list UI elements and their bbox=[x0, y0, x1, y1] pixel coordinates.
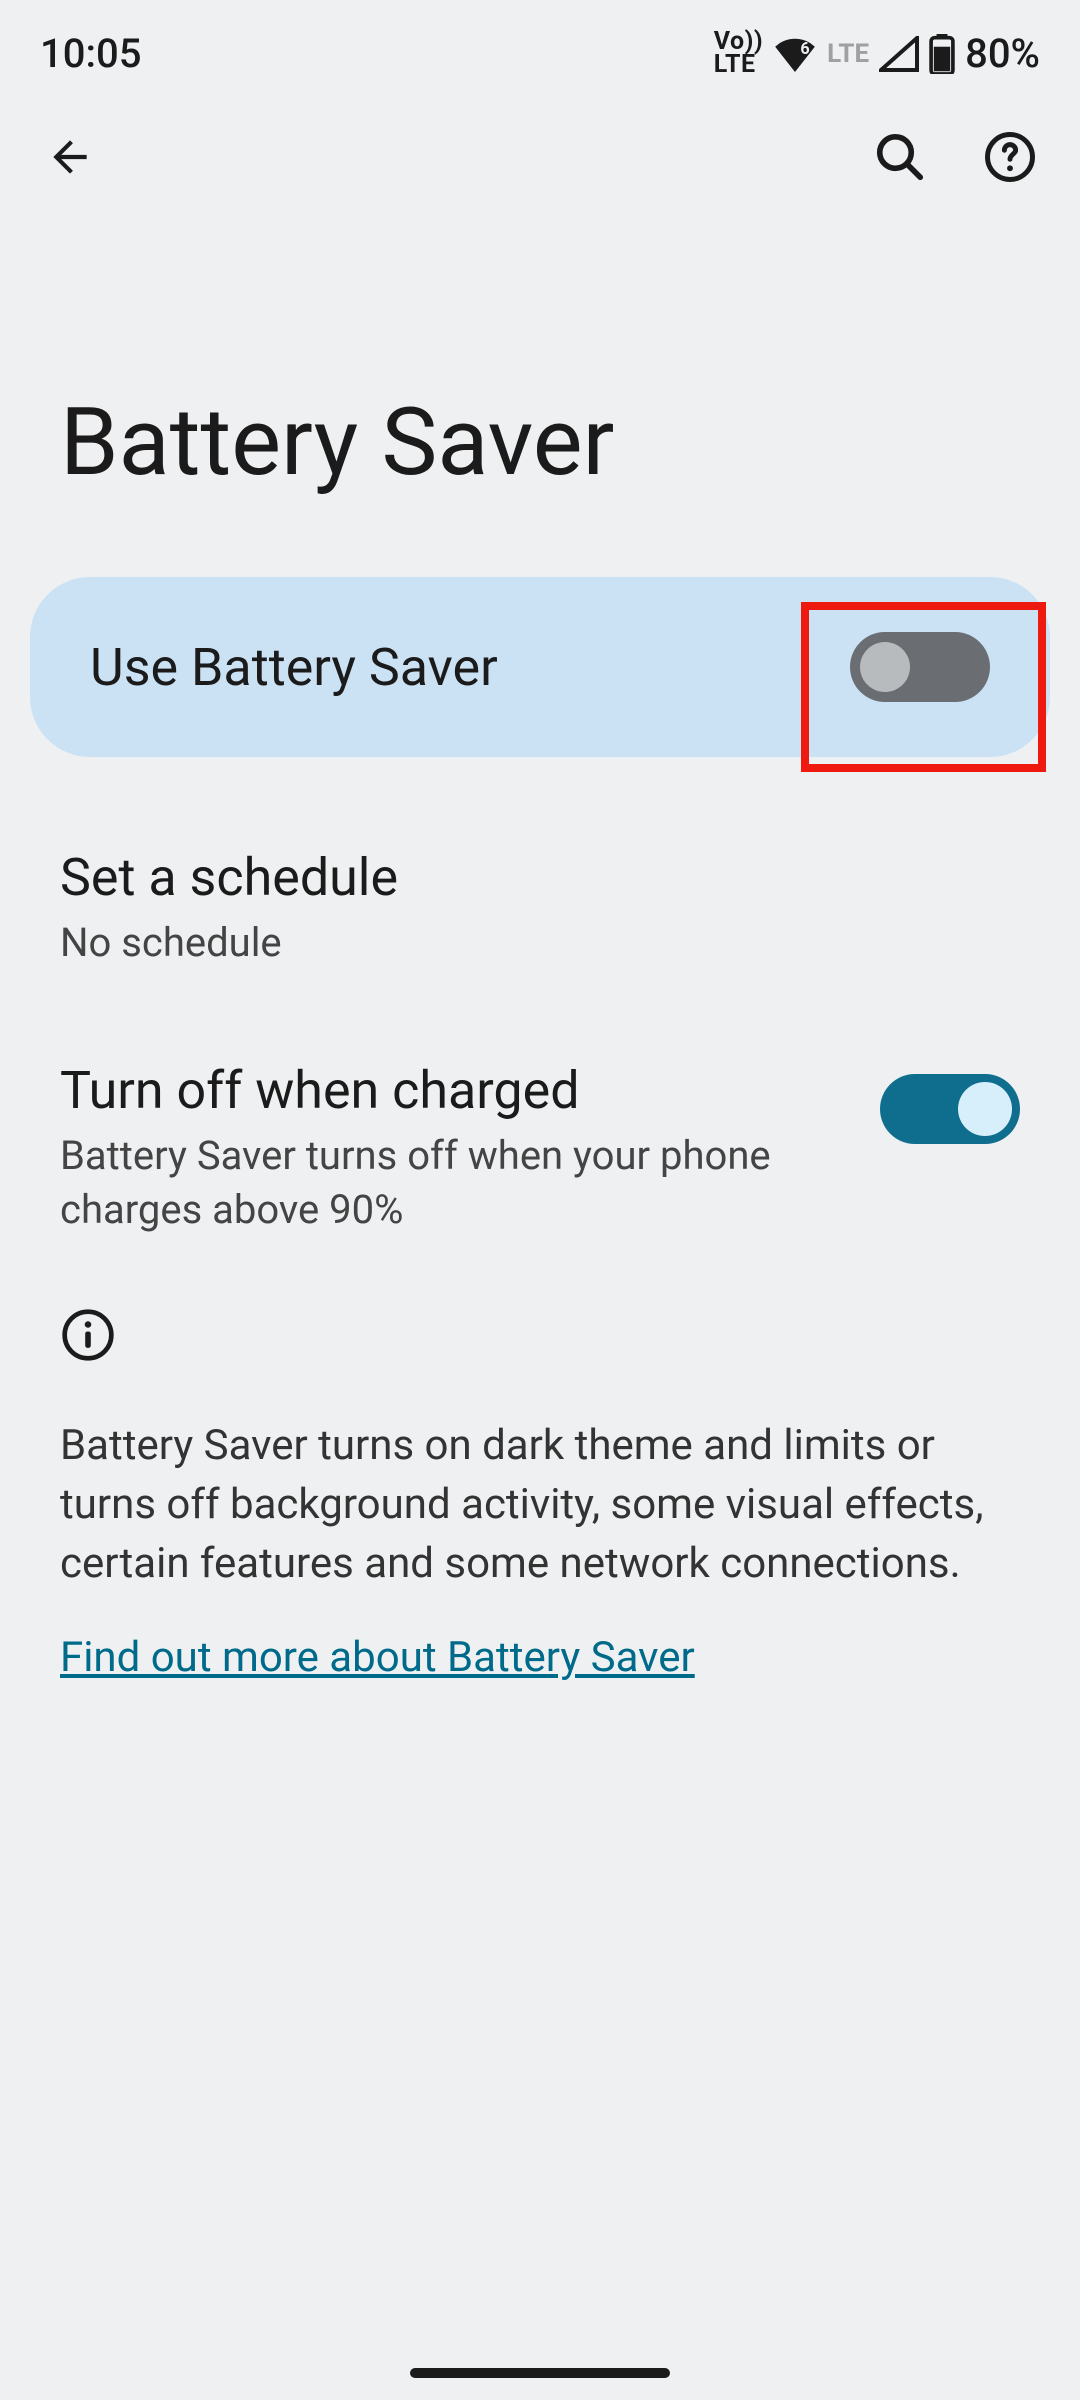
info-icon bbox=[60, 1307, 116, 1363]
use-battery-saver-label: Use Battery Saver bbox=[90, 637, 498, 698]
svg-text:6: 6 bbox=[801, 39, 810, 58]
wifi-icon: 6 bbox=[773, 36, 817, 72]
turn-off-charged-toggle[interactable] bbox=[880, 1074, 1020, 1144]
help-button[interactable] bbox=[980, 127, 1040, 187]
back-button[interactable] bbox=[40, 127, 100, 187]
learn-more-link[interactable]: Find out more about Battery Saver bbox=[60, 1633, 695, 1682]
signal-icon bbox=[879, 36, 919, 72]
navigation-pill[interactable] bbox=[410, 2368, 670, 2378]
toggle-thumb bbox=[860, 642, 910, 692]
app-bar bbox=[0, 87, 1080, 207]
volte-icon: Vo))LTE bbox=[714, 31, 763, 76]
search-button[interactable] bbox=[870, 127, 930, 187]
turn-off-charged-subtitle: Battery Saver turns off when your phone … bbox=[60, 1129, 850, 1237]
turn-off-when-charged-row[interactable]: Turn off when charged Battery Saver turn… bbox=[0, 1010, 1080, 1277]
turn-off-charged-title: Turn off when charged bbox=[60, 1060, 850, 1121]
lte-label: LTE bbox=[827, 39, 869, 69]
battery-percent: 80% bbox=[965, 30, 1040, 77]
status-icons: Vo))LTE 6 LTE 80% bbox=[714, 30, 1040, 77]
set-schedule-title: Set a schedule bbox=[60, 847, 1020, 908]
search-icon bbox=[873, 130, 927, 184]
help-icon bbox=[983, 130, 1037, 184]
use-battery-saver-row[interactable]: Use Battery Saver bbox=[30, 577, 1050, 757]
set-schedule-row[interactable]: Set a schedule No schedule bbox=[0, 817, 1080, 1010]
status-bar: 10:05 Vo))LTE 6 LTE 80% bbox=[0, 0, 1080, 87]
arrow-back-icon bbox=[45, 132, 95, 182]
use-battery-saver-toggle[interactable] bbox=[850, 632, 990, 702]
info-section-icon bbox=[0, 1277, 1080, 1397]
page-title: Battery Saver bbox=[0, 207, 1080, 577]
battery-saver-description: Battery Saver turns on dark theme and li… bbox=[0, 1397, 1080, 1613]
battery-icon bbox=[929, 34, 955, 74]
set-schedule-subtitle: No schedule bbox=[60, 916, 1020, 970]
toggle-thumb bbox=[958, 1082, 1012, 1136]
status-time: 10:05 bbox=[40, 30, 141, 77]
